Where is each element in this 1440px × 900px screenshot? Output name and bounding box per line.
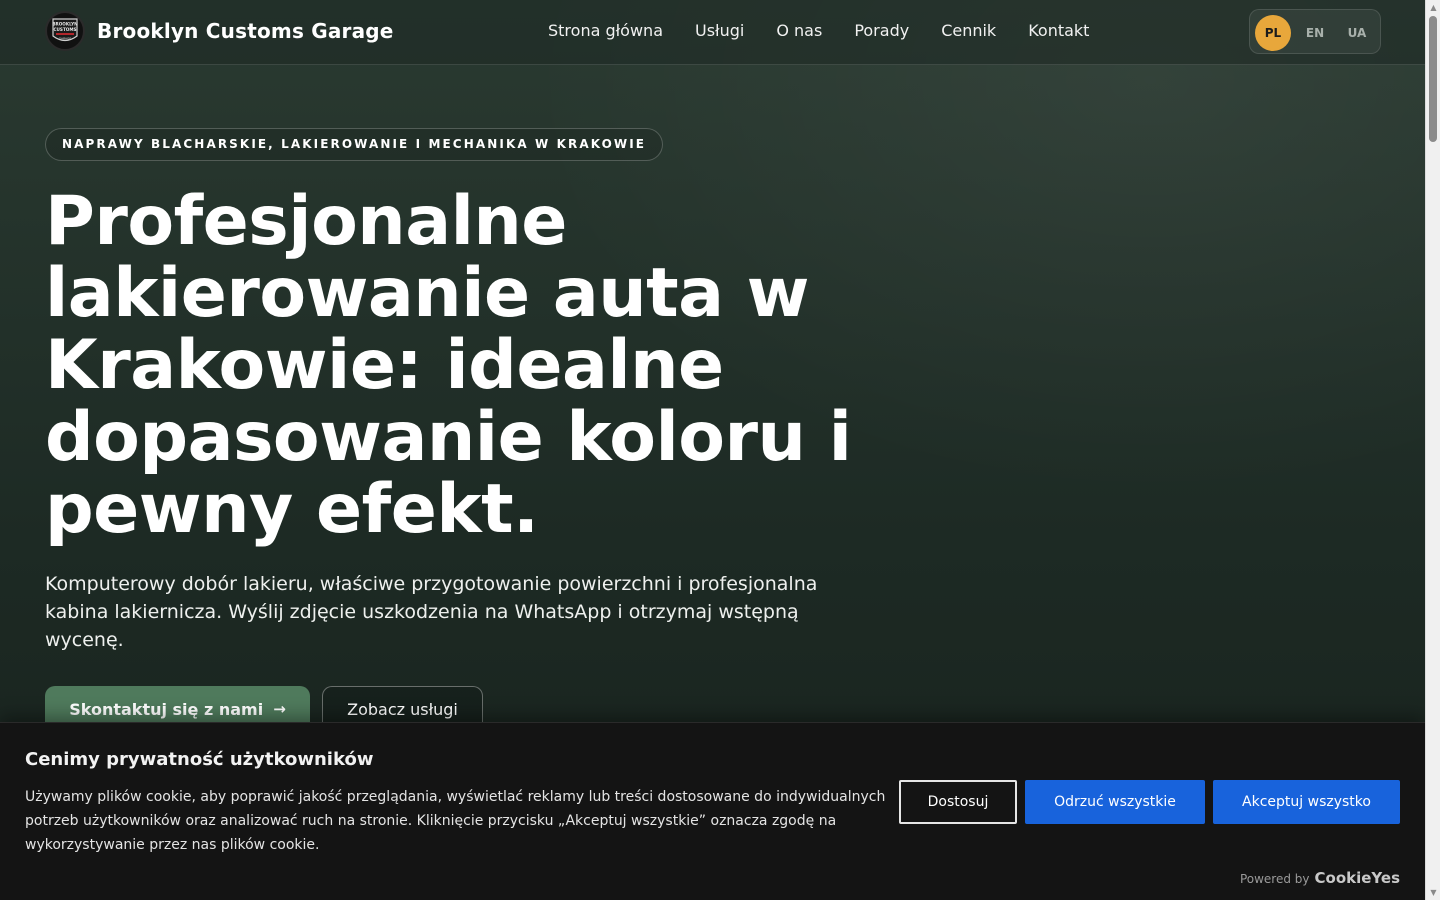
logo-text-mid: CUSTOMS <box>53 27 76 32</box>
nav-contact[interactable]: Kontakt <box>1028 21 1089 41</box>
scroll-down-icon[interactable]: ▼ <box>1426 885 1440 900</box>
powered-by[interactable]: Powered by CookieYes <box>1240 869 1400 887</box>
nav-home[interactable]: Strona główna <box>548 21 663 41</box>
hero-tagline: NAPRAWY BLACHARSKIE, LAKIEROWANIE I MECH… <box>45 128 664 161</box>
arrow-right-icon: → <box>273 700 286 718</box>
powered-by-label: Powered by <box>1239 872 1310 886</box>
contact-us-label: Skontaktuj się z nami <box>69 699 264 719</box>
cookie-accept-all-button[interactable]: Akceptuj wszystko <box>1213 780 1400 824</box>
lang-en-button[interactable]: EN <box>1297 15 1333 51</box>
cookie-banner: Cenimy prywatność użytkowników Używamy p… <box>0 722 1425 900</box>
scroll-up-icon[interactable]: ▲ <box>1426 0 1440 15</box>
brand-name[interactable]: Brooklyn Customs Garage <box>97 19 394 43</box>
nav-about[interactable]: O nas <box>776 21 822 41</box>
lang-ua-button[interactable]: UA <box>1339 15 1375 51</box>
logo[interactable]: BROOKLYN CUSTOMS GARAGE <box>45 11 85 51</box>
brand[interactable]: BROOKLYN CUSTOMS GARAGE Brooklyn Customs… <box>45 11 394 51</box>
hero-title: Profesjonalne lakierowanie auta w Krakow… <box>45 182 852 549</box>
cookie-description: Używamy plików cookie, aby poprawić jako… <box>25 789 886 853</box>
logo-text-bottom: GARAGE <box>59 37 72 41</box>
main-nav: Strona główna Usługi O nas Porady Cennik… <box>548 21 1121 41</box>
page-scrollbar[interactable]: ▲ ▼ <box>1425 0 1440 900</box>
lang-pl-button[interactable]: PL <box>1255 15 1291 51</box>
nav-tips[interactable]: Porady <box>854 21 909 41</box>
scrollbar-thumb[interactable] <box>1429 16 1437 142</box>
see-services-label: Zobacz usługi <box>347 699 458 719</box>
nav-services[interactable]: Usługi <box>695 21 744 41</box>
hero-subtitle: Komputerowy dobór lakieru, właściwe przy… <box>45 573 818 651</box>
cookie-customize-button[interactable]: Dostosuj <box>899 780 1017 824</box>
language-switcher: PL EN UA <box>1249 9 1381 54</box>
cookieyes-logo: CookieYes <box>1314 869 1401 887</box>
cookie-reject-all-button[interactable]: Odrzuć wszystkie <box>1025 780 1205 824</box>
cookie-title: Cenimy prywatność użytkowników <box>25 749 374 770</box>
logo-text-top: BROOKLYN <box>52 22 78 27</box>
site-header: BROOKLYN CUSTOMS GARAGE Brooklyn Customs… <box>0 0 1425 65</box>
page: BROOKLYN CUSTOMS GARAGE Brooklyn Customs… <box>0 0 1425 900</box>
garage-badge-icon: BROOKLYN CUSTOMS GARAGE <box>52 18 78 42</box>
nav-pricing[interactable]: Cennik <box>941 21 996 41</box>
